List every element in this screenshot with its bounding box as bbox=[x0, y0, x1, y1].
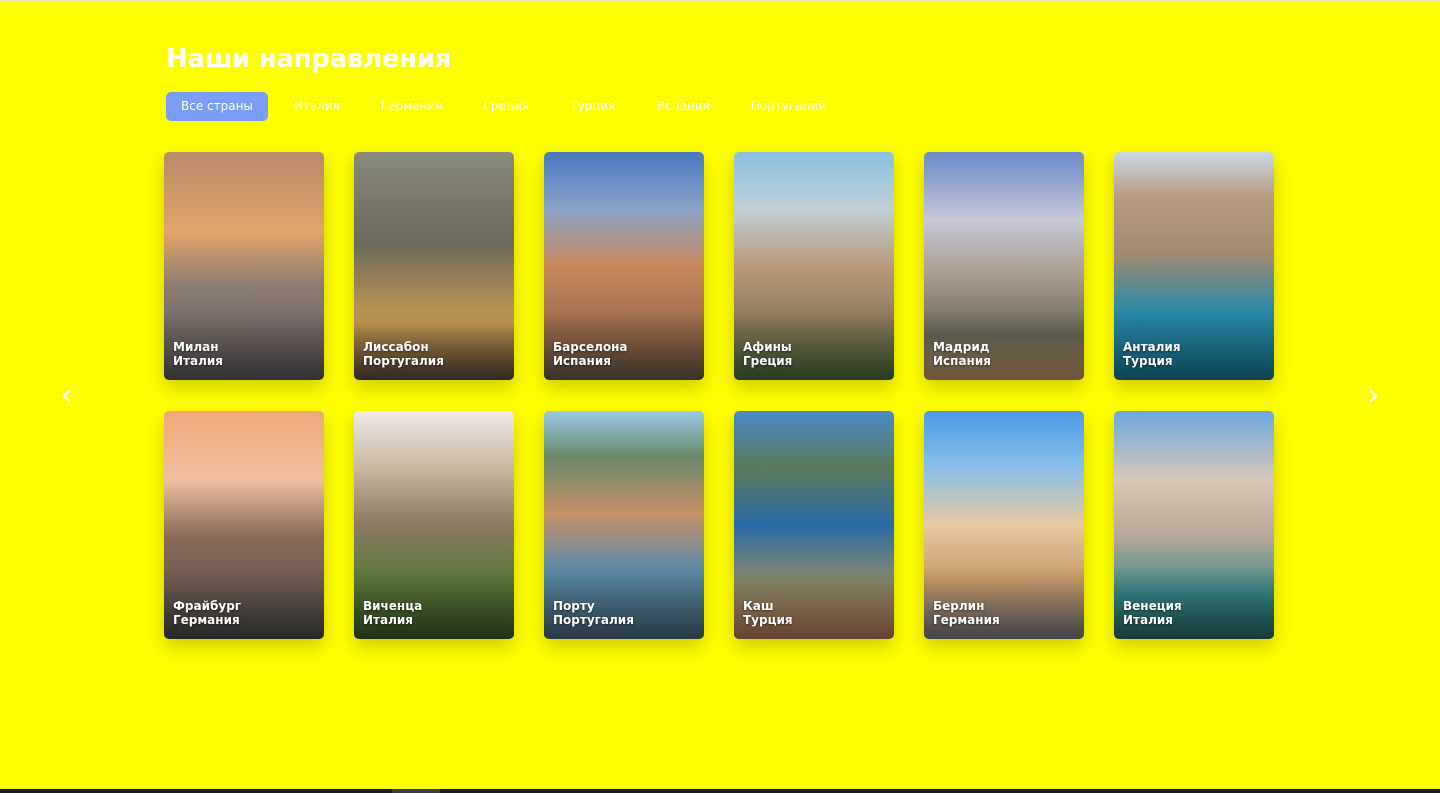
section-title: Наши направления bbox=[166, 44, 452, 74]
chevron-right-icon bbox=[1369, 389, 1378, 403]
filter-greece[interactable]: Греция bbox=[469, 92, 545, 121]
filter-italy[interactable]: Италия bbox=[279, 92, 355, 121]
card-country: Италия bbox=[363, 613, 413, 627]
card-city: Венеция bbox=[1123, 599, 1182, 613]
card-country: Германия bbox=[933, 613, 1000, 627]
card-country: Испания bbox=[933, 354, 991, 368]
filter-spain[interactable]: Испания bbox=[641, 92, 725, 121]
destination-card-berlin[interactable]: Берлин Германия bbox=[924, 411, 1084, 639]
carousel-next-button[interactable] bbox=[1363, 386, 1383, 406]
destination-card-freiburg[interactable]: Фрайбург Германия bbox=[164, 411, 324, 639]
card-city: Берлин bbox=[933, 599, 985, 613]
destination-card-athens[interactable]: Афины Греция bbox=[734, 152, 894, 380]
filter-turkey[interactable]: Турция bbox=[555, 92, 630, 121]
card-country: Португалия bbox=[553, 613, 634, 627]
scrollbar-thumb[interactable] bbox=[392, 789, 440, 793]
card-city: Лиссабон bbox=[363, 340, 429, 354]
card-country: Португалия bbox=[363, 354, 444, 368]
destination-card-antalya[interactable]: Анталия Турция bbox=[1114, 152, 1274, 380]
card-city: Милан bbox=[173, 340, 219, 354]
card-city: Мадрид bbox=[933, 340, 990, 354]
card-country: Греция bbox=[743, 354, 793, 368]
destination-card-barcelona[interactable]: Барселона Испания bbox=[544, 152, 704, 380]
destination-card-lisbon[interactable]: Лиссабон Португалия bbox=[354, 152, 514, 380]
carousel-prev-button[interactable] bbox=[57, 386, 77, 406]
top-divider bbox=[0, 0, 1440, 2]
card-city: Фрайбург bbox=[173, 599, 242, 613]
destination-card-porto[interactable]: Порту Португалия bbox=[544, 411, 704, 639]
card-city: Виченца bbox=[363, 599, 423, 613]
card-country: Италия bbox=[1123, 613, 1173, 627]
filter-all-countries[interactable]: Все страны bbox=[166, 92, 268, 121]
chevron-left-icon bbox=[62, 389, 71, 403]
destination-card-kas[interactable]: Каш Турция bbox=[734, 411, 894, 639]
horizontal-scrollbar[interactable] bbox=[0, 789, 1440, 793]
card-country: Турция bbox=[1123, 354, 1173, 368]
card-country: Италия bbox=[173, 354, 223, 368]
card-city: Барселона bbox=[553, 340, 628, 354]
destination-card-madrid[interactable]: Мадрид Испания bbox=[924, 152, 1084, 380]
card-city: Каш bbox=[743, 599, 774, 613]
filter-germany[interactable]: Германия bbox=[366, 92, 458, 121]
destination-card-vicenza[interactable]: Виченца Италия bbox=[354, 411, 514, 639]
card-city: Афины bbox=[743, 340, 792, 354]
card-country: Испания bbox=[553, 354, 611, 368]
country-filter-tabs: Все страны Италия Германия Греция Турция… bbox=[166, 92, 851, 121]
card-country: Германия bbox=[173, 613, 240, 627]
destination-card-venice[interactable]: Венеция Италия bbox=[1114, 411, 1274, 639]
destination-card-milan[interactable]: Милан Италия bbox=[164, 152, 324, 380]
card-country: Турция bbox=[743, 613, 793, 627]
filter-portugal[interactable]: Португалия bbox=[736, 92, 840, 121]
card-city: Порту bbox=[553, 599, 595, 613]
destinations-grid: Милан Италия Лиссабон Португалия Барсело… bbox=[164, 152, 1274, 639]
card-city: Анталия bbox=[1123, 340, 1181, 354]
